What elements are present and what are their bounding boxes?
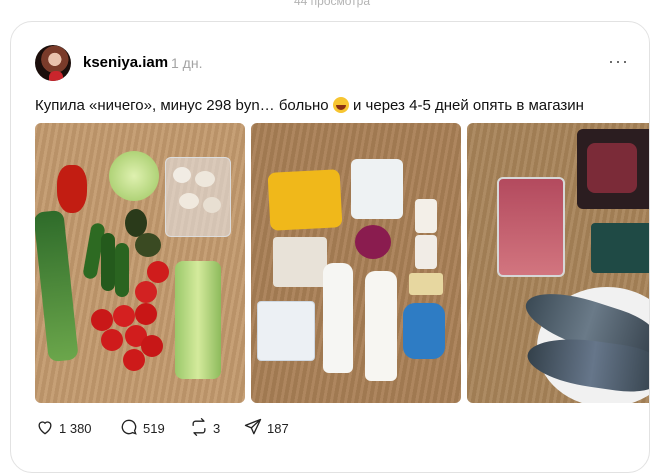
post-text: Купила «ничего», минус 298 byn… больно и…: [35, 97, 635, 114]
red-pepper: [57, 165, 87, 213]
comment-button[interactable]: 519: [119, 417, 165, 439]
grinning-sweat-emoji-icon: [332, 97, 349, 113]
sveza-tub: [403, 303, 445, 359]
send-icon: [243, 417, 263, 440]
dairy-products-photo[interactable]: [251, 123, 461, 403]
milk-bottles: [323, 263, 353, 373]
avatar[interactable]: [35, 45, 71, 81]
yogurt-cups-small: [415, 199, 437, 233]
post-header: kseniya.iam 1 дн. ···: [35, 45, 635, 81]
more-options-icon[interactable]: ···: [608, 51, 629, 72]
mozzarella-box: [273, 237, 327, 287]
reposts-count: 3: [213, 420, 221, 436]
like-button[interactable]: 1 380: [35, 417, 92, 439]
repost-icon: [189, 417, 209, 440]
likes-count: 1 380: [59, 420, 92, 436]
post-card: kseniya.iam 1 дн. ··· Купила «ничего», м…: [10, 21, 650, 473]
post-time: 1 дн.: [171, 55, 203, 71]
celery: [175, 261, 221, 379]
repost-button[interactable]: 3: [189, 417, 220, 439]
views-count: 44 просмотра: [293, 0, 371, 8]
cabbage: [109, 151, 159, 201]
yellow-package: [267, 169, 343, 231]
white-package: [351, 159, 403, 219]
post-actions: 1 380 519 3 187: [35, 417, 435, 439]
heart-icon: [35, 417, 55, 440]
meat-fish-photo[interactable]: [467, 123, 649, 403]
tomatoes: [147, 261, 169, 283]
photo-carousel[interactable]: [35, 123, 649, 403]
fish-package: [591, 223, 649, 273]
vegetables-photo[interactable]: [35, 123, 245, 403]
post-text-before: Купила «ничего», минус 298 byn… больно: [35, 97, 329, 114]
username[interactable]: kseniya.iam: [83, 54, 168, 71]
grand-cup: [355, 225, 391, 259]
shares-count: 187: [267, 420, 289, 436]
comment-icon: [119, 417, 139, 440]
share-button[interactable]: 187: [243, 417, 289, 439]
comments-count: 519: [143, 420, 165, 436]
butter-pack: [409, 273, 443, 295]
meat-tray: [497, 177, 565, 277]
yogurt-set: [257, 301, 315, 361]
post-text-after: и через 4-5 дней опять в магазин: [353, 97, 584, 114]
